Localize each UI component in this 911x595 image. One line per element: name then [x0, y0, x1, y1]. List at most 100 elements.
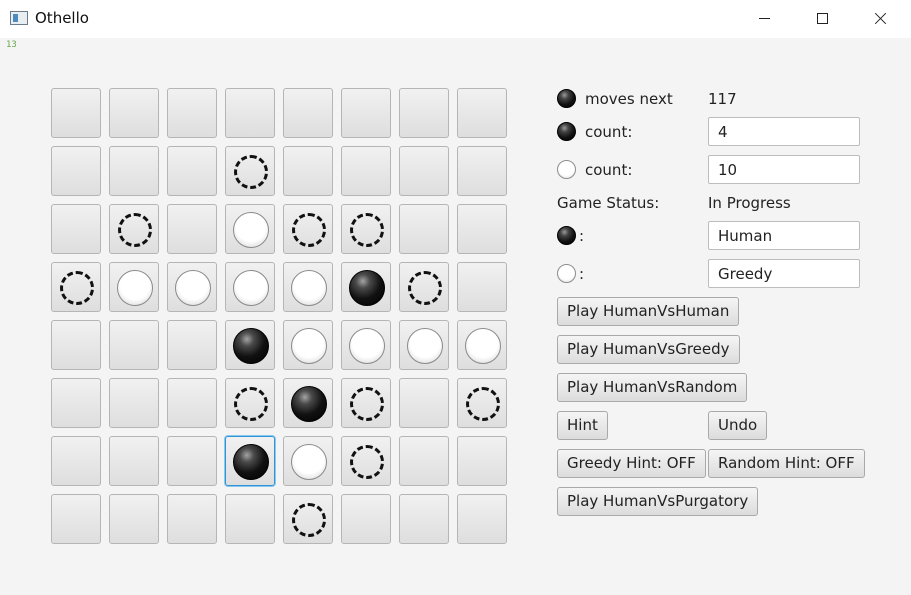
white-piece — [291, 328, 327, 364]
board-cell[interactable] — [341, 436, 391, 486]
hint-button[interactable]: Hint — [557, 411, 608, 440]
board-cell[interactable] — [457, 262, 507, 312]
board-cell[interactable] — [399, 204, 449, 254]
title-bar: Othello — [0, 0, 911, 38]
board-cell[interactable] — [167, 88, 217, 138]
board-cell[interactable] — [225, 378, 275, 428]
board-cell[interactable] — [283, 320, 333, 370]
board-cell[interactable] — [225, 494, 275, 544]
board-cell[interactable] — [109, 320, 159, 370]
board-cell[interactable] — [341, 494, 391, 544]
board-cell[interactable] — [399, 320, 449, 370]
board-cell[interactable] — [399, 88, 449, 138]
board-cell[interactable] — [51, 88, 101, 138]
board-cell[interactable] — [225, 262, 275, 312]
play-human-vs-human-button[interactable]: Play HumanVsHuman — [557, 297, 740, 326]
white-piece — [349, 328, 385, 364]
board-cell[interactable] — [457, 494, 507, 544]
board-cell[interactable] — [399, 146, 449, 196]
play-human-vs-random-button[interactable]: Play HumanVsRandom — [557, 373, 748, 402]
board-cell[interactable] — [283, 494, 333, 544]
board-cell[interactable] — [457, 320, 507, 370]
board-cell[interactable] — [167, 436, 217, 486]
black-piece — [233, 328, 269, 364]
board-cell[interactable] — [341, 320, 391, 370]
board-cell[interactable] — [51, 436, 101, 486]
board-cell[interactable] — [167, 146, 217, 196]
white-stone-icon — [557, 160, 576, 179]
board-cell[interactable] — [283, 436, 333, 486]
black-count-field[interactable] — [708, 117, 860, 146]
board-cell[interactable] — [51, 378, 101, 428]
board-cell[interactable] — [225, 146, 275, 196]
app-window-icon — [10, 11, 28, 25]
black-stone-icon — [557, 89, 576, 108]
black-stone-icon — [557, 226, 576, 245]
greedy-hint-toggle-button[interactable]: Greedy Hint: OFF — [557, 449, 706, 478]
board-cell[interactable] — [341, 146, 391, 196]
board-cell[interactable] — [225, 88, 275, 138]
board-cell[interactable] — [167, 204, 217, 254]
black-piece — [233, 444, 269, 480]
board-cell[interactable] — [109, 204, 159, 254]
board-cell[interactable] — [457, 436, 507, 486]
board-cell[interactable] — [51, 262, 101, 312]
board-cell[interactable] — [225, 436, 275, 486]
board-cell[interactable] — [167, 494, 217, 544]
moves-next-value: 117 — [708, 90, 737, 108]
board-cell[interactable] — [225, 204, 275, 254]
board-cell[interactable] — [341, 262, 391, 312]
play-human-vs-purgatory-button[interactable]: Play HumanVsPurgatory — [557, 487, 759, 516]
board-cell[interactable] — [109, 262, 159, 312]
board-cell[interactable] — [51, 146, 101, 196]
board-cell[interactable] — [457, 204, 507, 254]
random-hint-toggle-button[interactable]: Random Hint: OFF — [708, 449, 865, 478]
white-player-field[interactable] — [708, 259, 860, 288]
play-human-vs-greedy-button[interactable]: Play HumanVsGreedy — [557, 335, 740, 364]
board-cell[interactable] — [399, 378, 449, 428]
board-cell[interactable] — [457, 88, 507, 138]
board-cell[interactable] — [341, 204, 391, 254]
board-cell[interactable] — [51, 204, 101, 254]
board-cell[interactable] — [399, 436, 449, 486]
board-cell[interactable] — [109, 88, 159, 138]
hint-marker — [466, 387, 500, 421]
board-cell[interactable] — [399, 494, 449, 544]
board-cell[interactable] — [167, 320, 217, 370]
board-cell[interactable] — [167, 378, 217, 428]
game-status-label: Game Status: — [557, 194, 660, 212]
close-icon[interactable] — [851, 0, 909, 38]
game-status-value: In Progress — [708, 194, 791, 212]
board-cell[interactable] — [109, 378, 159, 428]
hint-marker — [350, 387, 384, 421]
undo-button[interactable]: Undo — [708, 411, 768, 440]
board-cell[interactable] — [109, 494, 159, 544]
maximize-icon[interactable] — [793, 0, 851, 38]
board-cell[interactable] — [457, 378, 507, 428]
board-cell[interactable] — [457, 146, 507, 196]
board-cell[interactable] — [283, 88, 333, 138]
board-cell[interactable] — [283, 378, 333, 428]
board-cell[interactable] — [51, 320, 101, 370]
board-cell[interactable] — [167, 262, 217, 312]
board-cell[interactable] — [225, 320, 275, 370]
board-cell[interactable] — [283, 204, 333, 254]
black-player-field[interactable] — [708, 221, 860, 250]
board-cell[interactable] — [283, 262, 333, 312]
white-count-label: count: — [585, 161, 633, 179]
hint-marker — [234, 155, 268, 189]
hint-marker — [234, 387, 268, 421]
board-cell[interactable] — [341, 378, 391, 428]
board-cell[interactable] — [109, 436, 159, 486]
hint-marker — [60, 271, 94, 305]
white-piece — [233, 270, 269, 306]
board-cell[interactable] — [51, 494, 101, 544]
minimize-icon[interactable] — [735, 0, 793, 38]
black-piece — [291, 386, 327, 422]
board-cell[interactable] — [399, 262, 449, 312]
board-cell[interactable] — [341, 88, 391, 138]
board-cell[interactable] — [283, 146, 333, 196]
white-count-field[interactable] — [708, 155, 860, 184]
hint-marker — [350, 445, 384, 479]
board-cell[interactable] — [109, 146, 159, 196]
